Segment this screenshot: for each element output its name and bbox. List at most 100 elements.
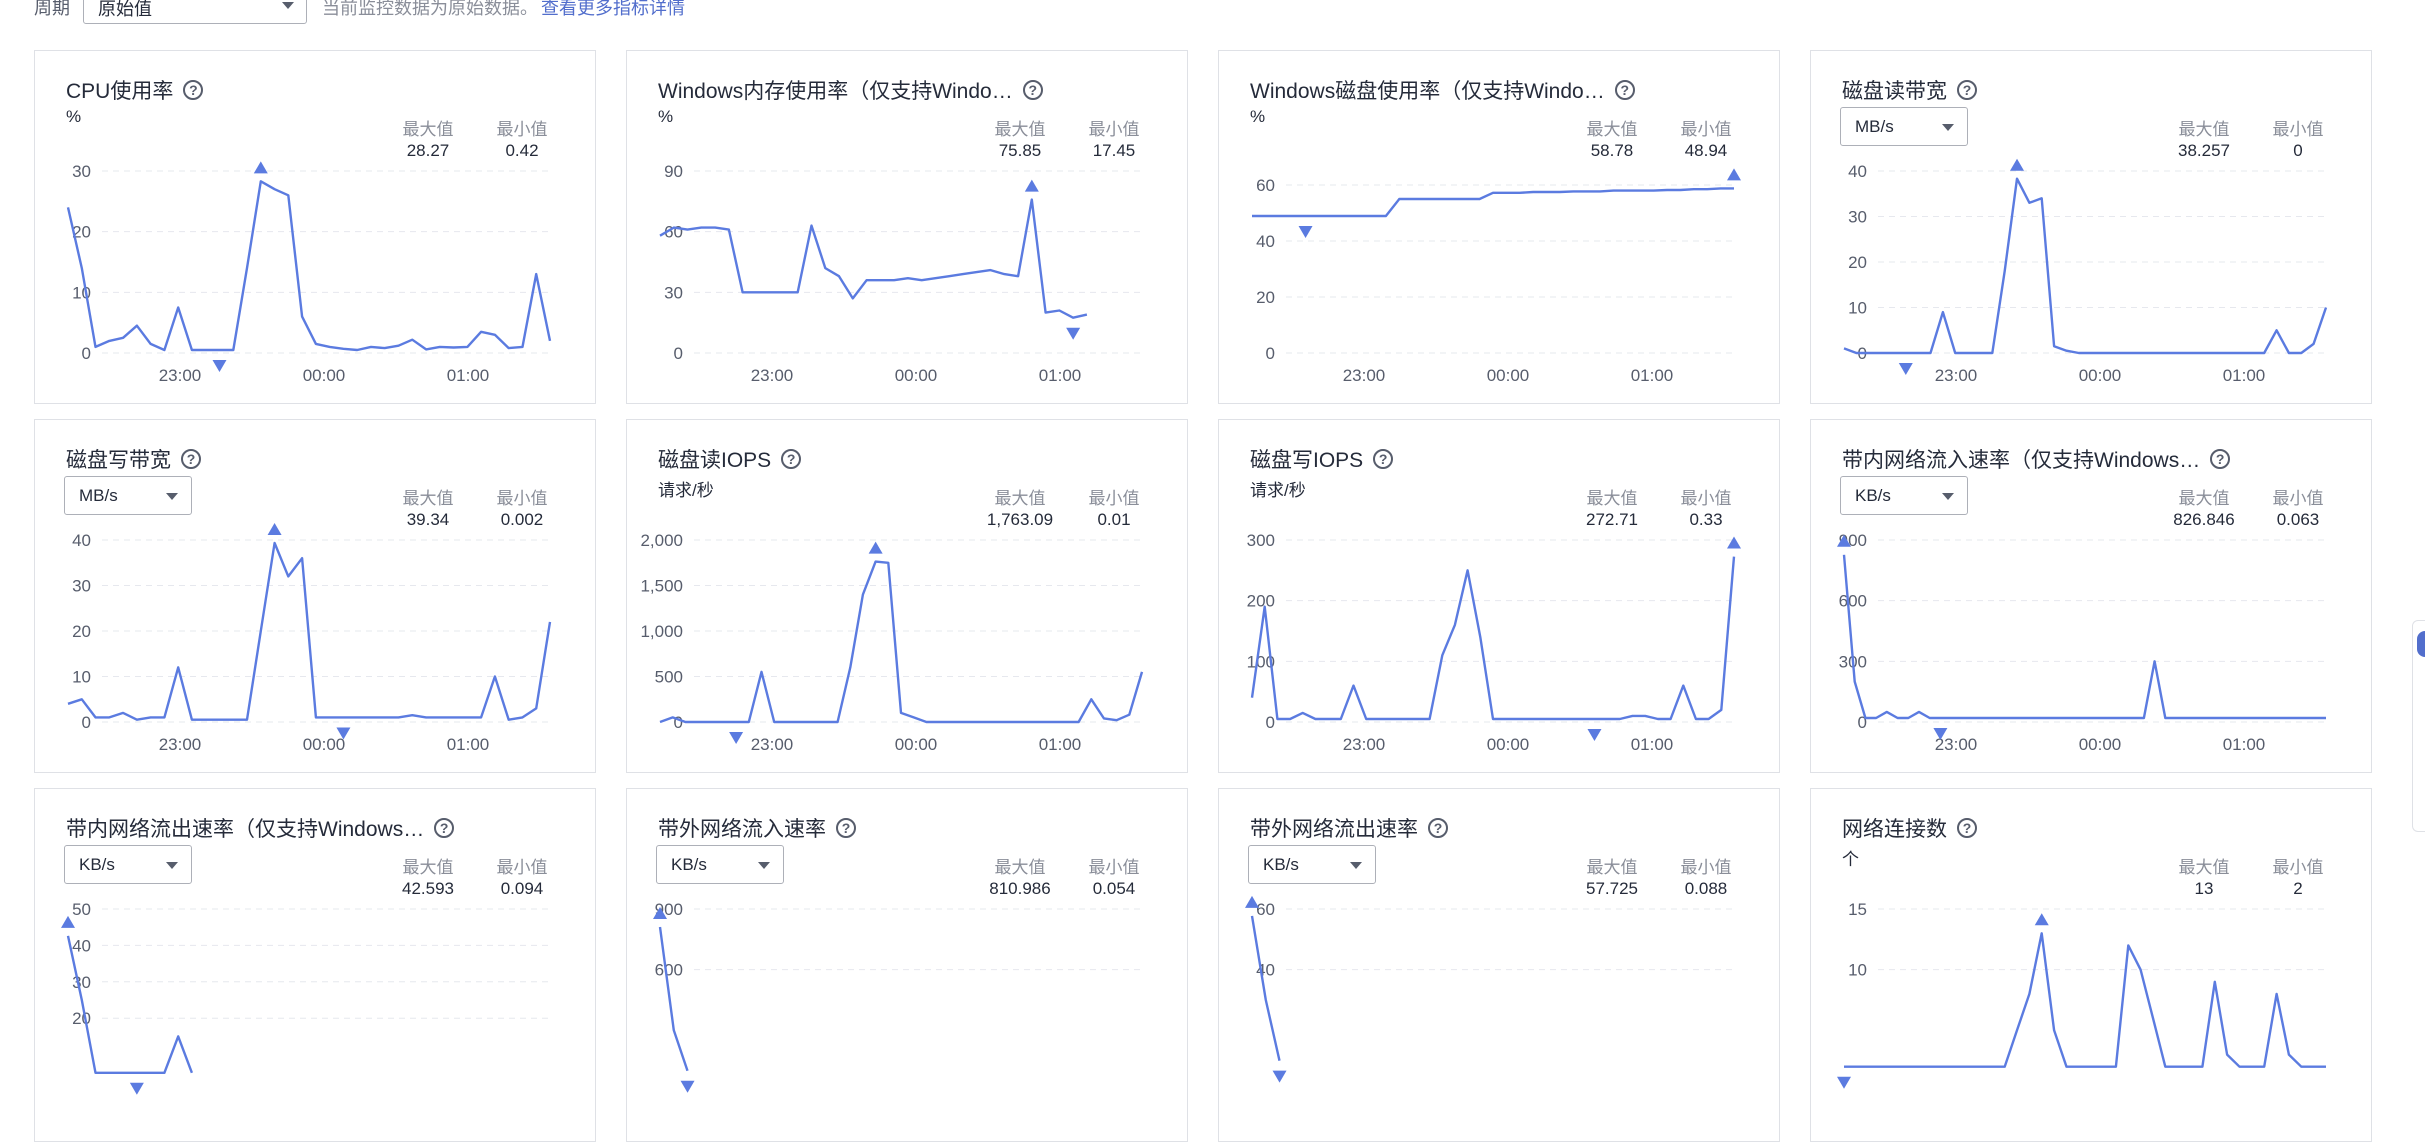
- metric-card: Windows磁盘使用率（仅支持Windo…?% 最大值 58.78 最小值 48.94…: [1218, 50, 1780, 404]
- metric-card: 磁盘写IOPS? 请求/秒 最大值 272.71 最小值 0.33 300 200 100 0 23…: [1218, 419, 1780, 773]
- x-tick-label: 01:00: [1039, 366, 1082, 385]
- y-tick-label: 10: [72, 668, 91, 687]
- y-tick-label: 300: [1247, 531, 1275, 550]
- x-tick-label: 23:00: [1935, 366, 1978, 385]
- y-tick-label: 600: [655, 961, 683, 980]
- y-tick-label: 60: [1256, 900, 1275, 919]
- y-tick-label: 0: [1266, 344, 1275, 363]
- max-marker-icon: [2010, 158, 2025, 171]
- period-label: 周期: [34, 0, 70, 18]
- side-float-icon: [2417, 631, 2425, 657]
- max-marker-icon: [1727, 536, 1741, 549]
- y-tick-label: 40: [1848, 162, 1867, 181]
- x-tick-label: 01:00: [2223, 735, 2266, 754]
- x-tick-label: 01:00: [2223, 366, 2266, 385]
- series-line: [1842, 554, 2326, 720]
- y-tick-label: 20: [1256, 288, 1275, 307]
- x-tick-label: 00:00: [895, 366, 938, 385]
- line-chart: 906030023:00 00:00 01:00: [659, 162, 1142, 385]
- series-line: [1252, 187, 1734, 218]
- y-tick-label: 90: [664, 162, 683, 181]
- min-marker-icon: [729, 732, 744, 744]
- min-marker-icon: [129, 1082, 144, 1095]
- x-tick-label: 23:00: [1343, 735, 1386, 754]
- more-metrics-link[interactable]: 查看更多指标详情: [541, 0, 685, 20]
- min-marker-icon: [680, 1080, 695, 1093]
- period-select[interactable]: 原始值: [83, 0, 307, 24]
- x-tick-label: 23:00: [159, 366, 202, 385]
- metric-card: 磁盘写带宽? MB/s 最大值 39.34 最小值 0.002 40 30 20 10 0 23:00…: [34, 419, 596, 773]
- line-chart: 2,000 1,500 1,000 500 0 23:00 00:00 01:00: [640, 531, 1144, 754]
- line-chart: 900600: [653, 900, 1142, 1093]
- y-tick-label: 30: [1848, 208, 1867, 227]
- y-tick-label: 0: [1266, 713, 1275, 732]
- max-marker-icon: [1024, 179, 1039, 192]
- x-tick-label: 01:00: [1631, 366, 1674, 385]
- line-chart: 40302010023:00 00:00 01:00: [67, 523, 552, 754]
- y-tick-label: 200: [1247, 592, 1275, 611]
- line-chart: 40302010023:00 00:00 01:00: [1843, 158, 2328, 385]
- max-marker-icon: [868, 541, 883, 554]
- series-line: [658, 926, 689, 1072]
- y-tick-label: 0: [82, 713, 91, 732]
- x-tick-label: 00:00: [1487, 735, 1530, 754]
- y-tick-label: 600: [1839, 592, 1867, 611]
- line-chart: 6040: [1245, 895, 1734, 1083]
- y-tick-label: 1,500: [640, 577, 683, 596]
- y-tick-label: 0: [674, 713, 683, 732]
- metric-card: 带外网络流入速率? KB/s 最大值 810.986 最小值 0.054 900 600: [626, 788, 1188, 1142]
- metric-card: 带内网络流入速率（仅支持Windows…? KB/s 最大值 826.846 最小值 0.…: [1810, 419, 2372, 773]
- line-chart: 50 40 30 20: [61, 900, 550, 1095]
- x-tick-label: 23:00: [159, 735, 202, 754]
- y-tick-label: 50: [72, 900, 91, 919]
- y-tick-label: 40: [72, 531, 91, 550]
- line-chart: 900600300023:00 00:00 01:00: [1837, 531, 2326, 754]
- series-line: [1843, 177, 2328, 355]
- max-marker-icon: [2034, 913, 2049, 926]
- series-line: [1844, 932, 2326, 1068]
- y-tick-label: 10: [1848, 299, 1867, 318]
- x-tick-label: 01:00: [1631, 735, 1674, 754]
- y-tick-label: 20: [1848, 253, 1867, 272]
- max-marker-icon: [253, 161, 268, 174]
- metric-card: CPU使用率?% 最大值 28.27 最小值 0.42 30 20 10 0 23:00 00:00…: [34, 50, 596, 404]
- y-tick-label: 15: [1848, 900, 1867, 919]
- x-tick-label: 00:00: [1487, 366, 1530, 385]
- y-tick-label: 30: [72, 577, 91, 596]
- min-marker-icon: [1587, 728, 1602, 741]
- period-select-value: 原始值: [98, 0, 152, 19]
- series-line: [659, 198, 1088, 319]
- metric-card: Windows内存使用率（仅支持Windo…?% 最大值 75.85 最小值 17.45…: [626, 50, 1188, 404]
- min-marker-icon: [1066, 327, 1081, 340]
- y-tick-label: 2,000: [640, 531, 683, 550]
- line-chart: 300200100023:00 00:00 01:00: [1247, 531, 1741, 754]
- y-tick-label: 0: [674, 344, 683, 363]
- x-tick-label: 00:00: [2079, 366, 2122, 385]
- y-tick-label: 40: [72, 936, 91, 955]
- line-chart: 60 40 20 0 23:00 00:00 01:00: [1252, 168, 1741, 385]
- series-line: [66, 935, 194, 1074]
- line-chart: 302010023:00 00:00 01:00: [66, 161, 552, 385]
- series-line: [1250, 556, 1736, 721]
- y-tick-label: 0: [82, 344, 91, 363]
- chevron-down-icon: [282, 2, 294, 9]
- y-tick-label: 30: [72, 973, 91, 992]
- x-tick-label: 01:00: [447, 735, 490, 754]
- y-tick-label: 30: [72, 162, 91, 181]
- raw-data-hint: 当前监控数据为原始数据。: [322, 0, 538, 18]
- x-tick-label: 01:00: [447, 366, 490, 385]
- series-line: [66, 180, 552, 352]
- x-tick-label: 23:00: [751, 735, 794, 754]
- max-marker-icon: [267, 523, 282, 536]
- y-tick-label: 20: [72, 1009, 91, 1028]
- metric-card: 网络连接数? 个最大值 13 最小值 2 15 10: [1810, 788, 2372, 1142]
- x-tick-label: 00:00: [2079, 735, 2122, 754]
- metric-card: 磁盘读IOPS? 请求/秒 最大值 1,763.09 最小值 0.01 2,000 1,500…: [626, 419, 1188, 773]
- y-tick-label: 20: [72, 622, 91, 641]
- y-tick-label: 30: [664, 283, 683, 302]
- side-float-tab[interactable]: [2412, 620, 2425, 832]
- x-tick-label: 01:00: [1039, 735, 1082, 754]
- max-marker-icon: [1727, 168, 1741, 181]
- y-tick-label: 1,000: [640, 622, 683, 641]
- x-tick-label: 00:00: [895, 735, 938, 754]
